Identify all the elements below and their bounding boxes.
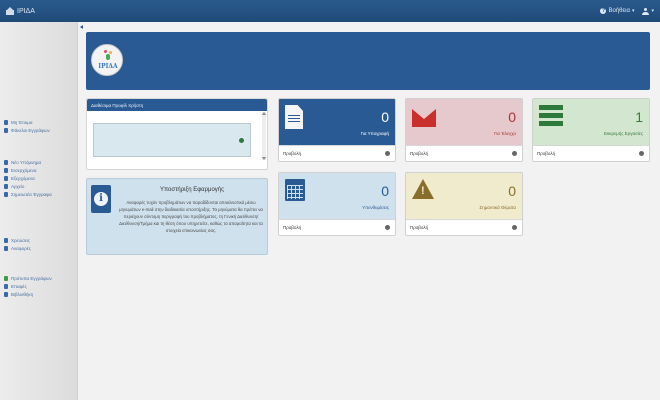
list-icon [4,237,8,243]
arrow-right-icon [512,225,517,230]
card-label: Εκκρεμής Εργασίες [604,131,643,136]
user-menu[interactable]: ▾ [642,7,654,15]
card-count: 1 [635,109,643,125]
card-view-link[interactable]: Προβολή [279,145,395,161]
pencil-icon [4,159,8,165]
book-icon [4,291,8,297]
logo-text: ΙΡΙΔΑ [98,63,118,70]
brand[interactable]: ΙΡΙΔΑ [6,7,35,15]
status-dot-icon [239,138,244,143]
scroll-up-icon[interactable] [262,112,266,115]
card-footer-label: Προβολή [410,225,429,230]
card-count: 0 [508,183,516,199]
card-footer-label: Προβολή [283,151,302,156]
info-icon [91,185,111,213]
inbox-icon [4,167,8,173]
top-navbar: ΙΡΙΔΑ ? Βοήθεια ▾ ▾ [0,0,660,22]
card-view-link[interactable]: Προβολή [406,219,522,235]
sidebar-item[interactable]: Αναφορές [0,244,78,252]
sidebar-group-1: Μη Έτοιμα Φάκελοι Εγγράφων [0,118,78,134]
user-icon [4,127,8,133]
profiles-panel: Διαθέσιμα Προφίλ Χρήστη [86,98,268,170]
support-text: Αναφορές τυχόν προβλημάτων να παραδίδοντ… [119,200,263,233]
card-for-signature: 0 Για Υπογραφή Προβολή [278,98,396,162]
sidebar-item[interactable]: Επαφές [0,282,78,290]
arrow-right-icon [512,151,517,156]
profiles-panel-title: Διαθέσιμα Προφίλ Χρήστη [87,99,267,111]
outbox-icon [4,175,8,181]
arrow-right-icon [385,225,390,230]
card-label: Για Υπογραφή [360,131,389,136]
logo-circle: ΙΡΙΔΑ [91,44,123,76]
archive-icon [4,183,8,189]
sidebar-group-2: Νέο Υπόμνημα Εισερχόμενα Εξερχόμενα Αρχε… [0,158,78,198]
logo: ΙΡΙΔΑ [90,36,124,86]
chevron-down-icon: ▾ [651,8,654,14]
sidebar-item[interactable]: Φάκελοι Εγγράφων [0,126,78,134]
card-count: 0 [381,109,389,125]
sidebar-item[interactable]: Νέο Υπόμνημα [0,158,78,166]
sidebar-item[interactable]: Σημειωτέα Έγγραφα [0,190,78,198]
sidebar-item[interactable]: Αρχείο [0,182,78,190]
home-icon [6,7,14,15]
card-important-issues: 0 Σημαντικά Θέματα Προβολή [405,172,523,236]
help-menu[interactable]: ? Βοήθεια ▾ [600,8,634,14]
envelope-icon [4,119,8,125]
sidebar-item[interactable]: Βιβλιοθήκη [0,290,78,298]
header-banner: ΙΡΙΔΑ [86,32,650,90]
list-icon [539,105,563,127]
card-reminders: 0 Υπενθυμίσεις Προβολή [278,172,396,236]
sidebar-item[interactable]: Εισερχόμενα [0,166,78,174]
arrow-right-icon [639,151,644,156]
card-label: Σημαντικά Θέματα [479,205,516,210]
logo-figure-icon [104,50,112,60]
contacts-icon [4,283,8,289]
sidebar-item[interactable]: Χρεώσεις [0,236,78,244]
sidebar-item[interactable]: Εξερχόμενα [0,174,78,182]
chevron-down-icon: ▾ [631,8,635,14]
arrow-right-icon [385,151,390,156]
calendar-icon [285,179,305,201]
card-view-link[interactable]: Προβολή [279,219,395,235]
sidebar-item[interactable]: Μη Έτοιμα [0,118,78,126]
scrollbar[interactable] [262,112,266,160]
sidebar: Μη Έτοιμα Φάκελοι Εγγράφων Νέο Υπόμνημα … [0,22,78,400]
warning-icon [412,179,434,199]
document-icon [285,105,303,129]
card-footer-label: Προβολή [537,151,556,156]
help-label: Βοήθεια [608,8,630,14]
user-icon [642,7,650,15]
card-footer-label: Προβολή [283,225,302,230]
bookmark-icon [4,191,8,197]
chart-icon [4,245,8,251]
question-icon: ? [600,8,607,14]
card-count: 0 [508,109,516,125]
card-count: 0 [381,183,389,199]
profiles-list[interactable] [93,123,251,157]
card-label: Για Έλεγχο [494,131,516,136]
card-pending-tasks: 1 Εκκρεμής Εργασίες Προβολή [532,98,650,162]
app-title: ΙΡΙΔΑ [17,7,35,15]
sidebar-group-3: Χρεώσεις Αναφορές [0,236,78,252]
envelope-icon [412,109,436,127]
card-footer-label: Προβολή [410,151,429,156]
card-view-link[interactable]: Προβολή [533,145,649,161]
sidebar-item[interactable]: Πρότυπα Εγγράφων [0,274,78,282]
sidebar-group-4: Πρότυπα Εγγράφων Επαφές Βιβλιοθήκη [0,274,78,298]
sidebar-collapse-icon[interactable] [80,25,83,29]
support-title: Υποστήριξη Εφαρμογής [159,187,225,193]
scroll-down-icon[interactable] [262,157,266,160]
card-for-review: 0 Για Έλεγχο Προβολή [405,98,523,162]
card-view-link[interactable]: Προβολή [406,145,522,161]
support-panel: Υποστήριξη Εφαρμογής Αναφορές τυχόν προβ… [86,178,268,255]
template-icon [4,275,8,281]
card-label: Υπενθυμίσεις [362,205,389,210]
